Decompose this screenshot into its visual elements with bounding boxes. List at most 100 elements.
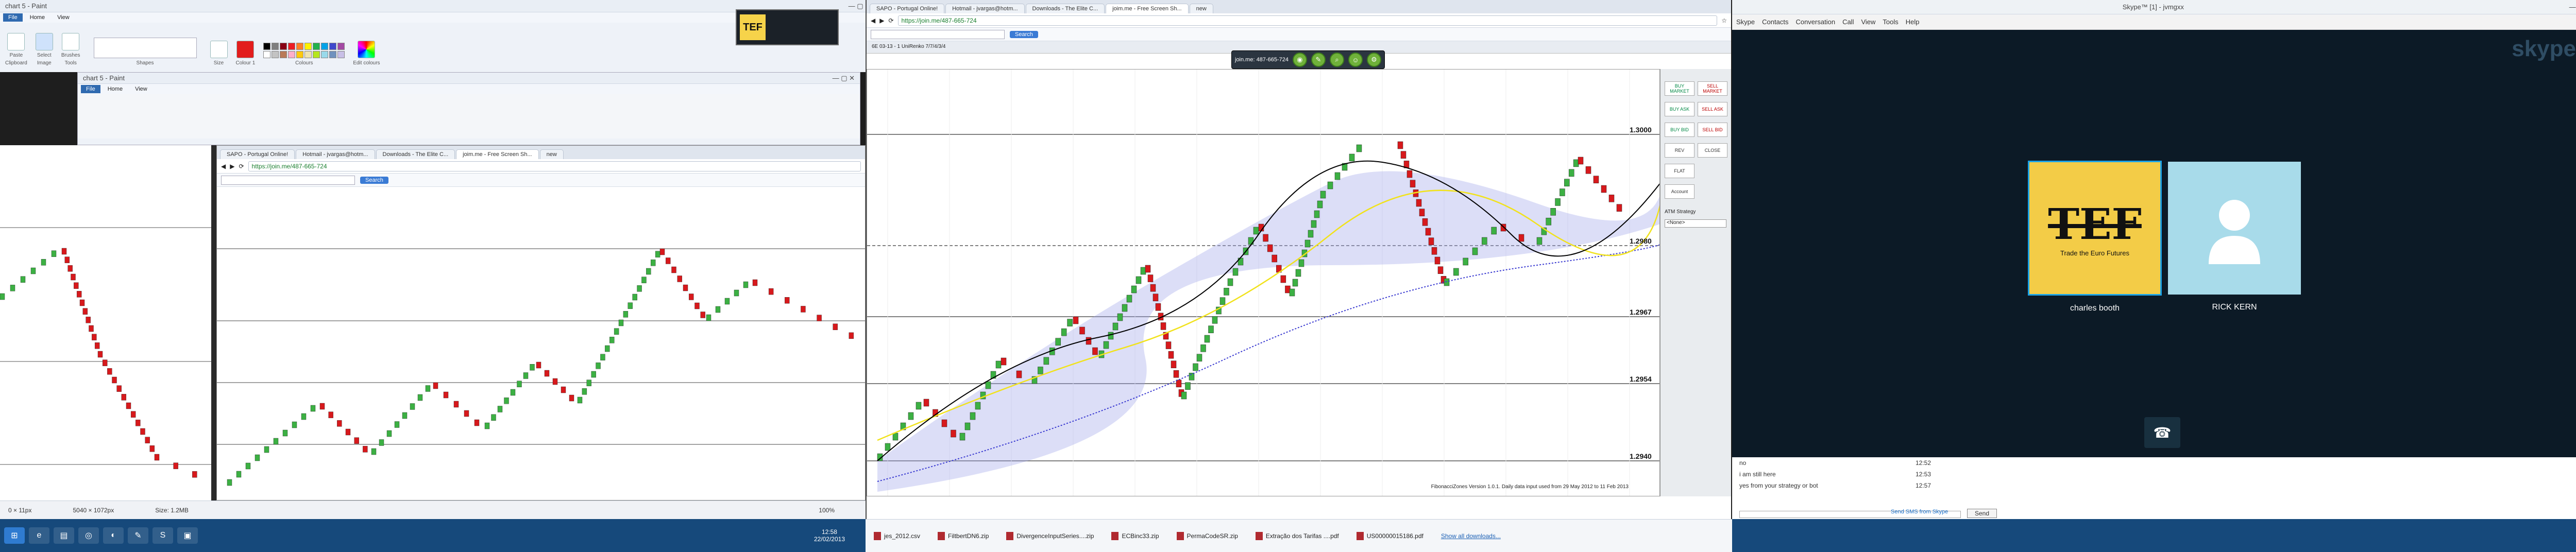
browser-right-tab-2[interactable]: Hotmail - jvargas@hotm... <box>945 4 1025 13</box>
edit-colours-icon[interactable] <box>358 41 376 58</box>
paste-icon[interactable] <box>7 33 25 50</box>
size-icon[interactable] <box>210 41 228 58</box>
menu-conversation[interactable]: Conversation <box>1795 18 1835 26</box>
renko-up-brick <box>1327 181 1333 189</box>
download-item[interactable]: Extração dos Tarifas ....pdf <box>1255 531 1339 540</box>
joinme-share-icon[interactable]: ◉ <box>1292 53 1307 67</box>
joinme-chat-icon[interactable]: ✎ <box>1311 53 1326 67</box>
browser-left-tab-1[interactable]: SAPO - Portugal Online! <box>220 149 295 159</box>
colour-palette[interactable] <box>263 43 345 58</box>
forward-icon[interactable]: ▶ <box>230 163 234 170</box>
forward-icon-2[interactable]: ▶ <box>879 17 884 24</box>
browser-right-tab-5[interactable]: new <box>1189 4 1213 13</box>
tab-home-2[interactable]: Home <box>103 85 128 93</box>
send-button[interactable]: Send <box>1967 509 1997 518</box>
browser-right-tab-1[interactable]: SAPO - Portugal Online! <box>870 4 945 13</box>
browser-right-url-input[interactable]: https://join.me/487-665-724 <box>897 15 1718 26</box>
reload-icon[interactable]: ⟳ <box>239 163 244 170</box>
atm-strategy-select[interactable]: <None> <box>1665 219 1726 228</box>
download-item[interactable]: FiltbertDN6.zip <box>938 531 989 540</box>
end-call-icon[interactable]: ☎ <box>2154 424 2172 441</box>
shapes-gallery[interactable] <box>93 38 197 58</box>
menu-view[interactable]: View <box>1861 18 1875 26</box>
renko-down-brick <box>1147 274 1154 282</box>
download-item[interactable]: DivergenceInputSeries....zip <box>1006 531 1094 540</box>
select-button[interactable]: Select <box>37 53 52 58</box>
buy-market-button[interactable]: BUY MARKET <box>1665 81 1694 96</box>
download-item[interactable]: PermaCodeSR.zip <box>1176 531 1238 540</box>
tab-file[interactable]: File <box>3 13 23 22</box>
menu-contacts[interactable]: Contacts <box>1762 18 1788 26</box>
explorer-icon[interactable]: ▤ <box>54 527 74 544</box>
window-controls-second[interactable]: — ▢ ✕ <box>833 74 855 82</box>
sms-link[interactable]: Send SMS from Skype <box>1891 509 1948 515</box>
sell-market-button[interactable]: SELL MARKET <box>1698 81 1727 96</box>
tab-view-2[interactable]: View <box>130 85 152 93</box>
browser-right-search-input[interactable] <box>871 29 1005 39</box>
star-icon[interactable]: ☆ <box>1721 17 1727 24</box>
skype-window-controls[interactable]: — ▢ ✕ <box>2569 3 2576 11</box>
browser-right-search-button[interactable]: Search <box>1010 30 1038 38</box>
back-icon-2[interactable]: ◀ <box>871 17 875 24</box>
tab-file-2[interactable]: File <box>81 85 100 93</box>
joinme-zoom-icon[interactable]: ⌕ <box>1329 53 1344 67</box>
browser-left-search-input[interactable] <box>221 175 355 185</box>
renko-up-brick <box>417 394 423 401</box>
menu-help[interactable]: Help <box>1906 18 1920 26</box>
brushes-button[interactable]: Brushes <box>61 53 80 58</box>
paste-button[interactable]: Paste <box>10 53 23 58</box>
renko-down-brick <box>671 266 676 273</box>
buy-ask-button[interactable]: BUY ASK <box>1665 102 1694 116</box>
download-item[interactable]: ECBinc33.zip <box>1111 531 1159 540</box>
app-icon[interactable]: ▣ <box>177 527 198 544</box>
account-button[interactable]: Account <box>1665 184 1694 199</box>
skype-icon[interactable]: S <box>152 527 173 544</box>
flat-button[interactable]: FLAT <box>1665 164 1694 178</box>
show-all-downloads-link[interactable]: Show all downloads... <box>1441 532 1501 540</box>
participant-charles[interactable]: TEF Trade the Euro Futures charles booth <box>2028 161 2162 313</box>
renko-up-brick <box>964 422 971 430</box>
renko-up-brick <box>706 314 711 321</box>
buy-bid-button[interactable]: BUY BID <box>1665 123 1694 137</box>
browser-right-tab-3[interactable]: Downloads - The Elite C... <box>1025 4 1105 13</box>
menu-tools[interactable]: Tools <box>1883 18 1898 26</box>
sell-ask-button[interactable]: SELL ASK <box>1698 102 1727 116</box>
browser-left-tab-5[interactable]: new <box>539 149 564 159</box>
browser-left-search-button[interactable]: Search <box>360 176 388 184</box>
menu-call[interactable]: Call <box>1842 18 1854 26</box>
browser-left-tab-3[interactable]: Downloads - The Elite C... <box>376 149 455 159</box>
renko-up-brick <box>1126 295 1132 303</box>
download-item[interactable]: US00000015186.pdf <box>1356 531 1423 540</box>
firefox-icon[interactable]: ◐ <box>103 527 124 544</box>
download-item[interactable]: jes_2012.csv <box>874 531 920 540</box>
colour1-swatch[interactable] <box>236 41 255 58</box>
menu-skype[interactable]: Skype <box>1736 18 1755 26</box>
participant-rick[interactable]: RICK KERN <box>2168 162 2301 312</box>
reload-icon-2[interactable]: ⟳ <box>888 17 893 24</box>
tab-home[interactable]: Home <box>25 13 50 22</box>
start-icon[interactable]: ⊞ <box>4 527 25 544</box>
size-button[interactable]: Size <box>214 60 224 66</box>
close-button[interactable]: CLOSE <box>1698 143 1727 158</box>
joinme-user-icon[interactable]: ☺ <box>1348 53 1363 67</box>
browser-left-url-input[interactable]: https://join.me/487-665-724 <box>248 161 861 171</box>
ie-icon[interactable]: e <box>29 527 49 544</box>
renko-up-brick <box>1491 227 1497 235</box>
joinme-settings-icon[interactable]: ⚙ <box>1366 53 1381 67</box>
back-icon[interactable]: ◀ <box>221 163 226 170</box>
rev-button[interactable]: REV <box>1665 143 1694 158</box>
brush-icon[interactable] <box>62 33 80 50</box>
edit-colours-button[interactable]: Edit colours <box>353 60 380 66</box>
paint-icon[interactable]: ✎ <box>128 527 148 544</box>
browser-left-tab-2[interactable]: Hotmail - jvargas@hotm... <box>296 149 375 159</box>
chrome-icon[interactable]: ◎ <box>78 527 99 544</box>
browser-left-tab-4[interactable]: joim.me - Free Screen Sh... <box>456 149 539 159</box>
status-file-size: Size: 1.2MB <box>155 506 189 514</box>
browser-left: SAPO - Portugal Online! Hotmail - jvarga… <box>216 145 866 501</box>
renko-down-brick <box>1160 322 1166 330</box>
sell-bid-button[interactable]: SELL BID <box>1698 123 1727 137</box>
renko-up-brick <box>1444 278 1450 286</box>
tab-view[interactable]: View <box>52 13 75 22</box>
select-icon[interactable] <box>35 33 53 50</box>
browser-right-tab-4[interactable]: joim.me - Free Screen Sh... <box>1106 4 1189 13</box>
